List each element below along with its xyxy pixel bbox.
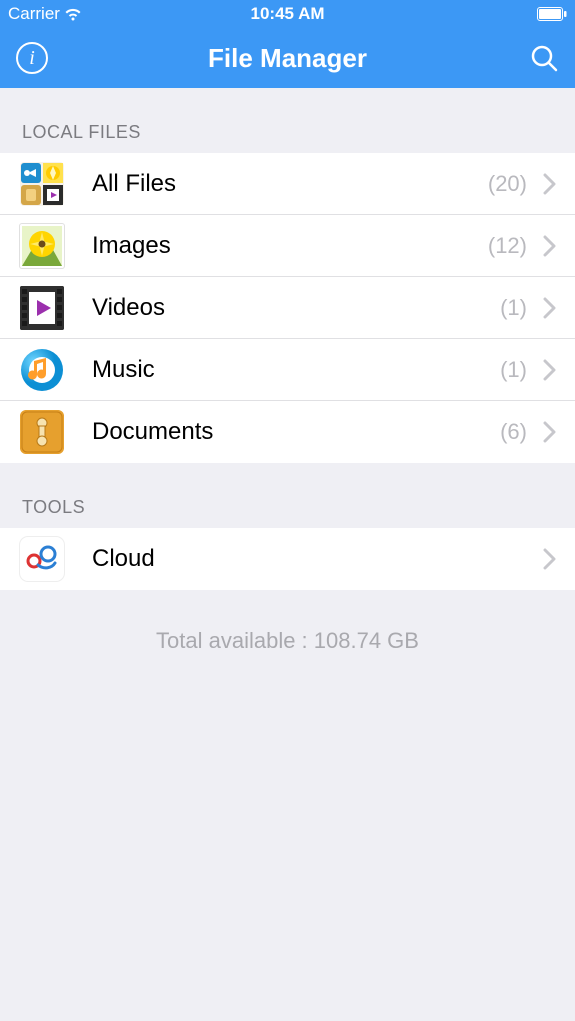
list-local: All Files (20) Images (12) [0,153,575,463]
row-count: (12) [488,233,527,259]
row-cloud[interactable]: Cloud [0,528,575,590]
storage-footer: Total available : 108.74 GB [0,590,575,654]
videos-icon [20,286,64,330]
section-header-tools: TOOLS [0,463,575,528]
cloud-icon [20,537,64,581]
content: LOCAL FILES All Files (20) [0,88,575,654]
music-icon [20,348,64,392]
page-title: File Manager [208,43,367,74]
chevron-right-icon [543,548,557,570]
section-header-local: LOCAL FILES [0,88,575,153]
nav-left: i [16,42,48,74]
battery-icon [537,7,567,21]
carrier-label: Carrier [8,4,60,24]
row-music[interactable]: Music (1) [0,339,575,401]
row-count: (20) [488,171,527,197]
row-images[interactable]: Images (12) [0,215,575,277]
row-label: Images [92,232,488,260]
info-icon[interactable]: i [16,42,48,74]
nav-bar: i File Manager [0,28,575,88]
status-time: 10:45 AM [250,4,324,24]
row-label: Cloud [92,545,543,573]
status-bar: Carrier 10:45 AM [0,0,575,28]
chevron-right-icon [543,235,557,257]
row-label: Music [92,356,500,384]
row-label: All Files [92,170,488,198]
row-all-files[interactable]: All Files (20) [0,153,575,215]
status-right [537,7,567,21]
all-files-icon [20,162,64,206]
row-label: Videos [92,294,500,322]
chevron-right-icon [543,421,557,443]
nav-right [529,43,559,73]
wifi-icon [64,7,82,21]
chevron-right-icon [543,297,557,319]
images-icon [20,224,64,268]
chevron-right-icon [543,359,557,381]
list-tools: Cloud [0,528,575,590]
row-count: (1) [500,295,527,321]
status-left: Carrier [8,4,82,24]
chevron-right-icon [543,173,557,195]
search-icon[interactable] [529,43,559,73]
documents-icon [20,410,64,454]
row-documents[interactable]: Documents (6) [0,401,575,463]
row-videos[interactable]: Videos (1) [0,277,575,339]
row-label: Documents [92,418,500,446]
row-count: (1) [500,357,527,383]
row-count: (6) [500,419,527,445]
